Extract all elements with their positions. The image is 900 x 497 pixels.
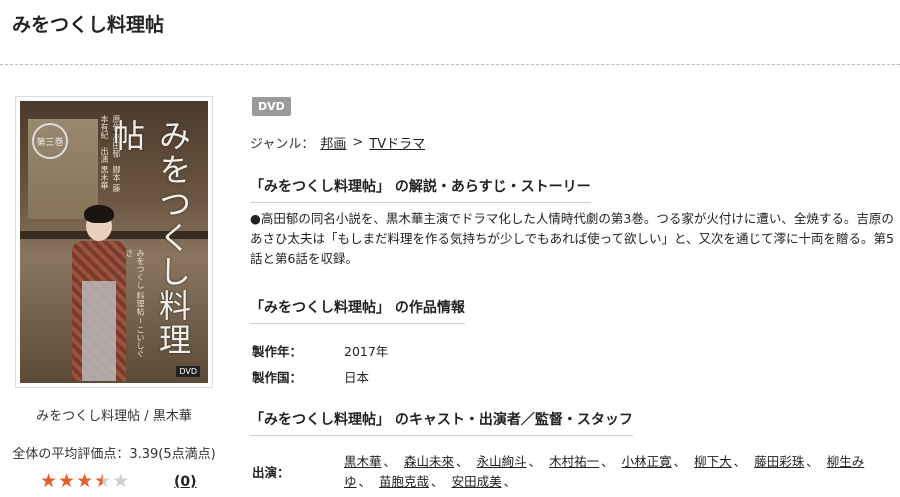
cast-link[interactable]: 黒木華	[344, 454, 382, 469]
format-badge: DVD	[252, 97, 291, 116]
info-label: 製作年：	[252, 344, 303, 359]
cover-title: みをつくし料理帖	[108, 119, 192, 357]
cast-item: 永山絢斗、	[477, 454, 550, 469]
cast-link[interactable]: 木村祐一	[549, 454, 599, 469]
cast-item: 苗胞克哉、	[379, 474, 452, 489]
cover-art: 第三巻 原作 高田郁 脚本 藤本有紀 出演 黒木華 みをつくし 料理帖 ─ こい…	[20, 101, 208, 383]
page-title: みをつくし料理帖	[12, 14, 165, 36]
cast-separator: 、	[601, 454, 614, 469]
cast-link[interactable]: 永山絢斗	[477, 454, 527, 469]
cast-separator: 、	[528, 454, 542, 469]
cast-item: 木村祐一、	[549, 454, 622, 469]
cast-item: 安田成美、	[452, 474, 525, 489]
cast-separator: 、	[503, 474, 517, 489]
genre-breadcrumb: ジャンル： 邦画 > TVドラマ	[250, 133, 425, 152]
cast-link[interactable]: 柳下大	[694, 454, 732, 469]
cast-link[interactable]: 藤田彩珠	[754, 454, 804, 469]
info-value: 2017年	[344, 344, 389, 359]
average-rating-text: 全体の平均評価点：3.39(5点満点)	[12, 447, 216, 462]
product-name: みをつくし料理帖 / 黒木華	[36, 409, 192, 424]
cast-separator: 、	[806, 454, 819, 469]
cast-item: 小林正寛、	[622, 454, 695, 469]
work-info-heading: 「みをつくし料理帖」 の作品情報	[250, 297, 465, 324]
cast-separator: 、	[431, 474, 444, 489]
info-label: 製作国：	[252, 370, 303, 385]
cast-link[interactable]: 苗胞克哉	[379, 474, 429, 489]
cast-list: 黒木華、森山未來、永山絢斗、木村祐一、小林正寛、柳下大、藤田彩珠、柳生みゆ、苗胞…	[344, 452, 896, 492]
cast-separator: 、	[456, 454, 469, 469]
cast-item: 黒木華、	[344, 454, 404, 469]
cast-item: 森山未來、	[404, 454, 477, 469]
cast-item: 藤田彩珠、	[754, 454, 827, 469]
info-row-year: 製作年： 2017年	[252, 341, 388, 360]
star-full-icon: ★	[58, 470, 76, 492]
genre-label: ジャンル：	[250, 137, 315, 152]
cast-link[interactable]: 森山未來	[404, 454, 454, 469]
info-value: 日本	[344, 370, 370, 385]
star-half-icon: ★	[94, 470, 112, 492]
genre-link-hougaq[interactable]: 邦画	[320, 133, 346, 152]
cover-dvd-mark: DVD	[176, 366, 200, 377]
dvd-cover-image[interactable]: 第三巻 原作 高田郁 脚本 藤本有紀 出演 黒木華 みをつくし 料理帖 ─ こい…	[15, 96, 213, 388]
star-full-icon: ★	[76, 470, 94, 492]
genre-link-tvdrama[interactable]: TVドラマ	[369, 133, 425, 152]
review-count-link[interactable]: (0)	[174, 474, 197, 490]
info-row-country: 製作国： 日本	[252, 367, 369, 386]
cast-separator: 、	[383, 454, 397, 469]
cast-label: 出演：	[252, 465, 290, 480]
cast-heading: 「みをつくし料理帖」 のキャスト・出演者／監督・スタッフ	[250, 409, 633, 436]
cast-separator: 、	[673, 454, 687, 469]
cast-item: 柳下大、	[694, 454, 754, 469]
cast-link[interactable]: 安田成美	[452, 474, 502, 489]
rating-stars: ★ ★ ★ ★ ★	[40, 471, 129, 491]
synopsis-text: ●高田郁の同名小説を、黒木華主演でドラマ化した人情時代劇の第3巻。つる家が火付け…	[250, 211, 894, 266]
cover-volume-badge: 第三巻	[32, 123, 68, 159]
cast-separator: 、	[733, 454, 747, 469]
star-full-icon: ★	[40, 470, 58, 492]
star-empty-icon: ★	[112, 470, 130, 492]
cast-link[interactable]: 小林正寛	[622, 454, 672, 469]
synopsis-heading: 「みをつくし料理帖」 の解説・あらすじ・ストーリー	[250, 176, 591, 203]
cast-separator: 、	[358, 474, 372, 489]
genre-separator: >	[352, 135, 364, 150]
header-divider	[0, 64, 900, 65]
